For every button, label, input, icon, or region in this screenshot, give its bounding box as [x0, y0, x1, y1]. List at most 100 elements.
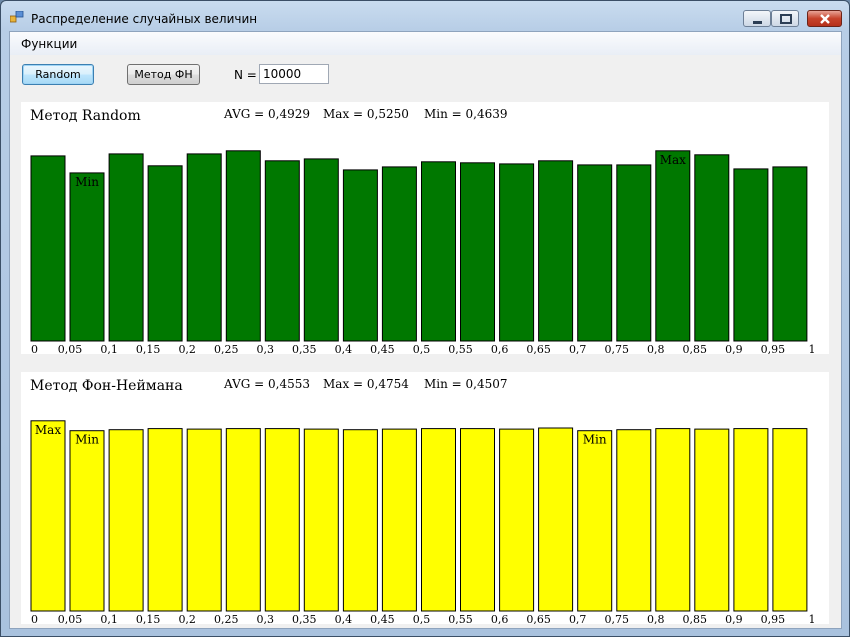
random-bar-17	[694, 154, 730, 342]
random-tick-label-9: 0,45	[370, 343, 395, 354]
fn-bar-1	[69, 430, 105, 612]
random-tick-label-6: 0,3	[257, 343, 275, 354]
restore-icon	[780, 14, 792, 24]
random-chart-panel: Метод Random AVG = 0,4929 Max = 0,5250 M…	[21, 102, 829, 354]
fn-bar-12	[499, 428, 535, 612]
fn-tick-label-17: 0,85	[683, 613, 708, 624]
close-icon	[820, 14, 830, 24]
random-bar-18	[733, 168, 769, 342]
fn-tick-label-14: 0,7	[569, 613, 587, 624]
client-area: Функции Random Метод ФН N = Метод Random…	[9, 31, 842, 629]
random-tick-label-14: 0,7	[569, 343, 587, 354]
fn-bar-7	[303, 428, 339, 612]
title-bar[interactable]: Распределение случайных величин	[1, 1, 849, 31]
minimize-icon	[753, 21, 762, 24]
method-fn-button[interactable]: Метод ФН	[127, 64, 200, 85]
random-bar-7	[303, 158, 339, 342]
fn-tick-label-12: 0,6	[491, 613, 509, 624]
fn-bar-10	[421, 428, 456, 612]
fn-tick-label-5: 0,25	[214, 613, 239, 624]
random-tick-label-7: 0,35	[292, 343, 317, 354]
fn-tick-label-0: 0	[31, 613, 38, 624]
app-window: Распределение случайных величин Функции …	[0, 0, 850, 637]
random-tick-label-16: 0,8	[647, 343, 665, 354]
random-tick-label-11: 0,55	[448, 343, 473, 354]
menu-functions[interactable]: Функции	[21, 37, 77, 51]
random-bar-2	[108, 153, 144, 342]
random-tick-label-4: 0,2	[178, 343, 196, 354]
fn-bar-6	[264, 428, 300, 612]
fn-bar-18	[733, 428, 769, 612]
fn-bar-15	[616, 429, 652, 612]
random-tick-label-0: 0	[31, 343, 38, 354]
fn-tick-label-10: 0,5	[413, 613, 431, 624]
fn-tick-label-15: 0,75	[605, 613, 630, 624]
fn-bar-14	[577, 430, 613, 612]
random-bar-4	[186, 153, 222, 342]
fn-bar-11	[460, 428, 495, 612]
fn-bar-3	[147, 428, 183, 612]
random-bar-19	[772, 166, 808, 342]
fn-tick-label-4: 0,2	[178, 613, 196, 624]
fn-bar-9	[381, 428, 417, 612]
random-tick-label-19: 0,95	[761, 343, 786, 354]
random-bar-12	[499, 163, 535, 342]
random-bar-8	[342, 169, 378, 342]
random-bar-3	[147, 165, 183, 342]
random-bar-1	[69, 172, 105, 342]
fn-histogram: Max Min Min 0 0,05 0,1 0,15 0,2 0,25 0,3 0,35 0,4 0,…	[30, 420, 816, 624]
fn-tick-label-8: 0,4	[335, 613, 353, 624]
random-bar-9	[381, 166, 417, 342]
random-tick-label-8: 0,4	[335, 343, 353, 354]
fn-bar-label-1: Min	[75, 433, 99, 447]
random-bar-11	[460, 162, 495, 342]
random-bar-16	[655, 150, 691, 342]
fn-chart-panel: Метод Фон-Неймана AVG = 0,4553 Max = 0,4…	[21, 372, 829, 624]
fn-tick-label-2: 0,1	[100, 613, 118, 624]
random-bar-5	[225, 150, 261, 342]
random-bar-10	[421, 161, 456, 342]
fn-tick-label-11: 0,55	[448, 613, 473, 624]
fn-tick-label-3: 0,15	[136, 613, 161, 624]
fn-tick-label-13: 0,65	[526, 613, 551, 624]
fn-bar-0	[30, 420, 66, 612]
fn-tick-label-18: 0,9	[725, 613, 743, 624]
random-button[interactable]: Random	[22, 64, 94, 85]
menu-bar: Функции	[10, 32, 841, 55]
random-bar-label-1: Min	[75, 175, 99, 189]
random-bar-6	[264, 160, 300, 342]
random-tick-label-12: 0,6	[491, 343, 509, 354]
random-tick-label-10: 0,5	[413, 343, 431, 354]
random-tick-label-1: 0,05	[58, 343, 83, 354]
random-bar-13	[538, 160, 574, 342]
random-bar-0	[30, 155, 66, 342]
fn-bar-17	[694, 428, 730, 612]
random-tick-label-2: 0,1	[100, 343, 118, 354]
random-tick-label-3: 0,15	[136, 343, 161, 354]
fn-tick-label-9: 0,45	[370, 613, 395, 624]
random-tick-label-15: 0,75	[605, 343, 630, 354]
close-button[interactable]	[807, 10, 842, 27]
maximize-button[interactable]	[771, 10, 799, 27]
random-histogram: Min Max 0 0,05 0,1 0,15 0,2 0,25 0,3 0,35 0,4 0,45 0…	[30, 150, 816, 354]
fn-tick-label-20: 1	[809, 613, 816, 624]
random-tick-label-18: 0,9	[725, 343, 743, 354]
minimize-button[interactable]	[743, 10, 771, 27]
n-label: N =	[234, 68, 257, 82]
fn-bar-label-14: Min	[583, 433, 607, 447]
fn-bar-5	[225, 428, 261, 612]
n-input[interactable]	[259, 64, 329, 84]
window-title: Распределение случайных величин	[31, 12, 258, 26]
fn-bar-19	[772, 428, 808, 612]
fn-tick-label-16: 0,8	[647, 613, 665, 624]
random-tick-label-17: 0,85	[683, 343, 708, 354]
fn-tick-label-19: 0,95	[761, 613, 786, 624]
fn-bar-2	[108, 429, 144, 612]
random-bar-label-16: Max	[660, 153, 686, 167]
fn-bar-13	[538, 427, 574, 612]
fn-tick-label-7: 0,35	[292, 613, 317, 624]
random-tick-label-20: 1	[809, 343, 816, 354]
fn-bar-4	[186, 428, 222, 612]
random-bar-14	[577, 164, 613, 342]
fn-bar-label-0: Max	[35, 423, 61, 437]
